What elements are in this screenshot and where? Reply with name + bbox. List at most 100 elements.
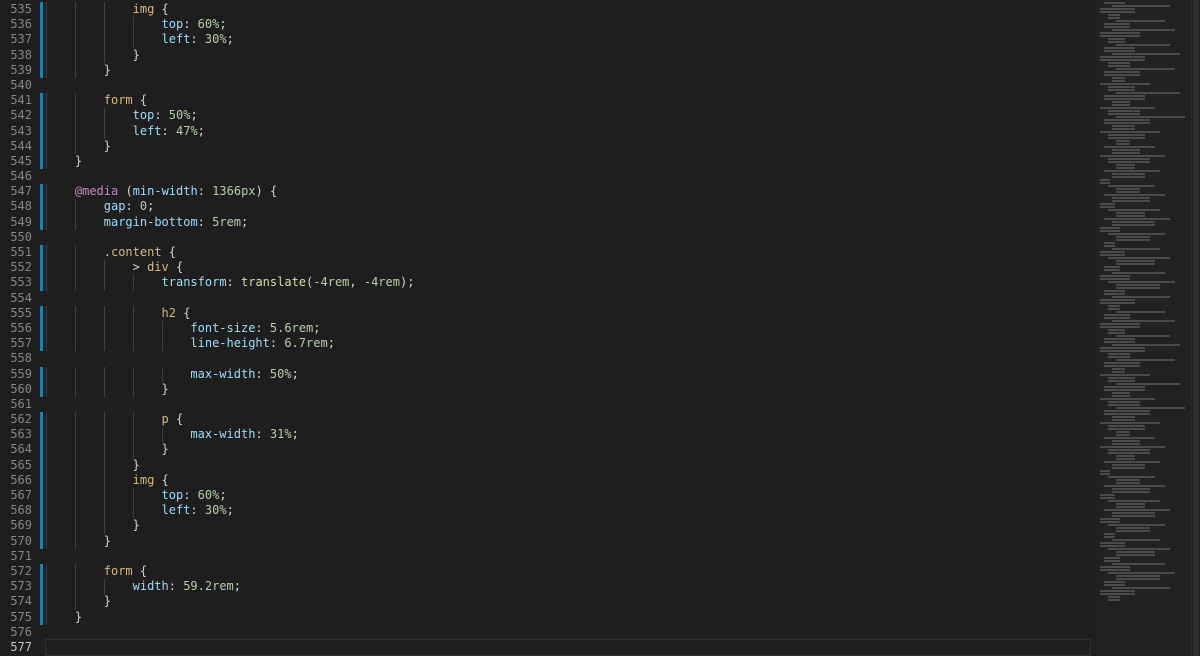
code-token: { [168,412,184,427]
code-line[interactable]: img { [46,2,1090,18]
code-line[interactable]: } [46,62,1090,78]
minimap[interactable] [1096,0,1192,656]
indent-guide [103,2,105,18]
minimap-line [1104,74,1140,76]
code-line[interactable]: } [46,138,1090,154]
code-line[interactable]: } [46,457,1090,473]
line-number: 555 [10,305,32,320]
indent-guide [74,108,76,124]
line-number: 553 [10,275,32,290]
code-line[interactable]: } [46,609,1090,625]
code-line[interactable] [46,230,1090,245]
code-token: p [161,412,169,427]
indent-guide [46,594,47,610]
indent-guide [46,457,47,473]
scrollbar-thumb[interactable] [1193,0,1199,656]
code-line[interactable]: max-width: 50%; [46,366,1090,382]
code-line[interactable]: top: 50%; [46,108,1090,124]
minimap-line [1116,188,1140,190]
code-line[interactable]: p { [46,412,1090,428]
code-line[interactable]: .content { [46,245,1090,261]
minimap-line [1100,11,1135,13]
code-line[interactable] [46,351,1090,366]
code-line[interactable]: @media (min-width: 1366px) { [46,184,1090,200]
indent-guide [74,488,76,504]
code-line[interactable]: left: 30%; [46,503,1090,519]
minimap-line [1112,464,1145,466]
indent-guide [74,427,76,443]
indent-guide [46,336,47,352]
minimap-line [1108,209,1160,211]
code-token: : [125,199,140,214]
code-line[interactable]: } [46,594,1090,610]
modified-line-marker [40,2,43,18]
minimap-line [1116,284,1160,286]
code-line[interactable] [45,638,1091,656]
code-token: ; [190,108,198,123]
minimap-line [1100,179,1110,181]
code-token: : [226,275,241,290]
minimap-line [1104,362,1140,364]
code-line[interactable]: form { [46,563,1090,580]
code-line[interactable]: transform: translate(-4rem, -4rem); [46,275,1090,291]
modified-line-marker [40,47,43,63]
code-line[interactable] [46,169,1090,184]
indent-guide [103,305,105,321]
code-line[interactable]: } [46,47,1090,63]
code-line[interactable]: margin-bottom: 5rem; [46,214,1090,230]
code-line[interactable]: top: 60%; [46,488,1090,504]
code-line[interactable]: } [46,518,1090,534]
minimap-line [1100,545,1125,547]
code-line[interactable]: img { [46,472,1090,488]
vertical-scrollbar[interactable] [1191,0,1200,656]
code-line[interactable]: form { [46,93,1090,109]
line-number: 570 [10,533,32,548]
minimap-line [1116,554,1155,556]
indent-guide [46,579,47,595]
code-token: } [132,457,140,472]
code-line[interactable] [46,397,1090,412]
minimap-line [1108,110,1140,112]
indent-guide [74,123,76,139]
code-line[interactable]: > div { [46,260,1090,276]
code-line[interactable]: gap: 0; [46,199,1090,215]
code-line[interactable] [46,549,1090,564]
code-line[interactable]: left: 47%; [46,123,1090,139]
code-line[interactable]: line-height: 6.7rem; [46,336,1090,352]
minimap-line [1108,65,1130,67]
code-line[interactable]: left: 30%; [46,32,1090,48]
indent-guide [46,320,47,337]
line-number: 577 [10,639,32,654]
code-line[interactable] [46,291,1090,306]
modified-line-marker [40,320,43,337]
code-line[interactable]: } [46,153,1090,170]
minimap-line [1116,68,1175,70]
code-line[interactable]: width: 59.2rem; [46,579,1090,595]
code-line[interactable]: font-size: 5.6rem; [46,320,1090,337]
code-line[interactable] [46,78,1090,93]
minimap-line [1116,575,1160,577]
minimap-line [1116,20,1165,22]
minimap-line [1116,140,1130,142]
minimap-line [1116,578,1160,580]
code-line[interactable]: max-width: 31%; [46,427,1090,443]
code-line[interactable]: } [46,442,1090,458]
code-editor[interactable]: img {top: 60%; left: 30%;}} form {top: 50%… [45,2,1091,656]
indent-guide [103,108,105,124]
indent-guide [46,563,47,580]
code-line[interactable]: } [46,381,1090,397]
code-line[interactable]: h2 { [46,305,1090,321]
minimap-line [1100,521,1120,523]
code-token: 50% [168,108,191,123]
minimap-line [1104,242,1115,244]
code-line[interactable]: top: 60%; [46,17,1090,33]
code-token: form [103,93,133,108]
code-token: { [154,2,169,16]
minimap-line [1112,5,1170,7]
code-line[interactable] [46,625,1090,640]
code-line[interactable]: } [46,533,1090,549]
line-number: 574 [10,594,32,609]
indent-guide [46,153,47,170]
minimap-line [1100,230,1120,232]
line-number: 547 [10,184,32,199]
